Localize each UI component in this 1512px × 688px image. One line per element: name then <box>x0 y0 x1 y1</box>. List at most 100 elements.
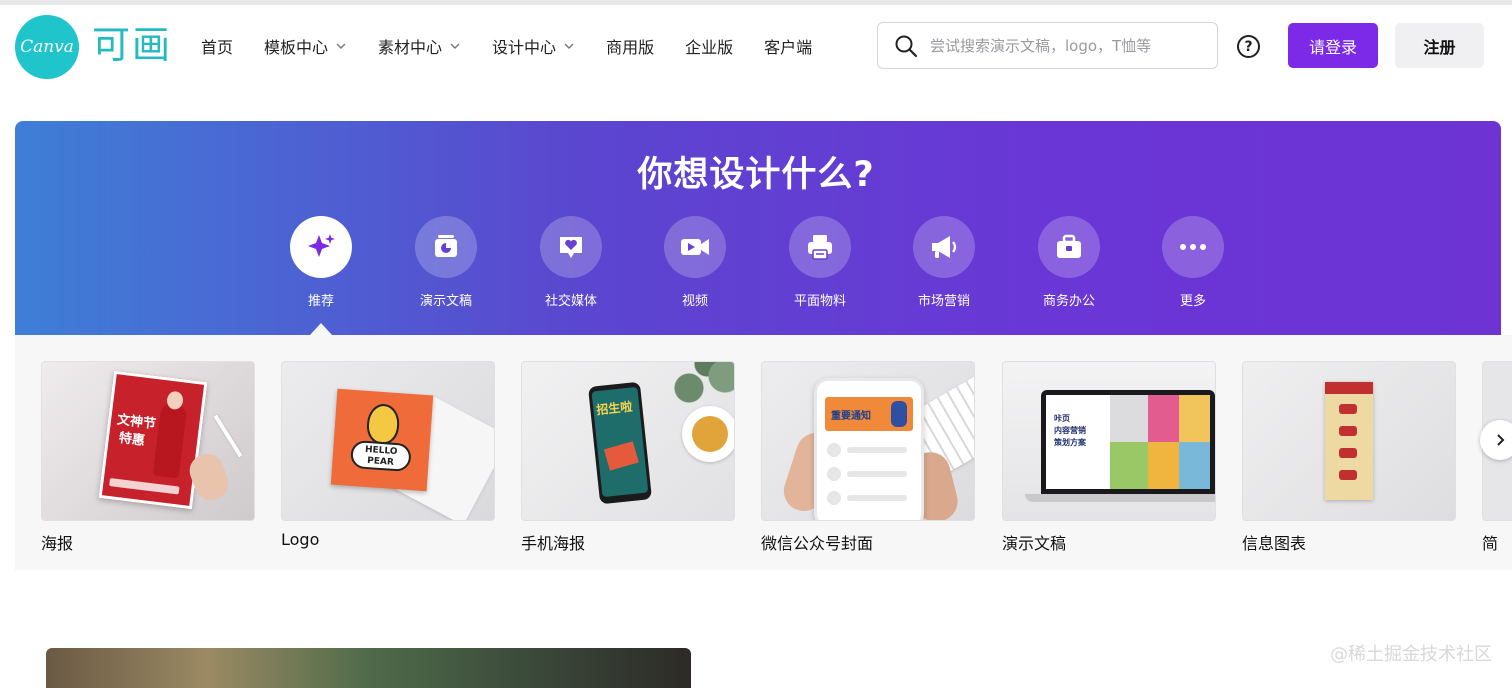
slide-title-line: 咔页 <box>1054 414 1070 423</box>
nav-client[interactable]: 客户端 <box>764 35 812 57</box>
nav-label: 客户端 <box>764 38 813 57</box>
template-card-wechat-cover[interactable]: 重要通知 微信公众号封面 <box>761 361 975 554</box>
category-presentation[interactable]: 演示文稿 <box>396 216 496 309</box>
slide-content: 咔页 内容营销 策划方案 <box>1046 395 1210 489</box>
phone-screen-text: 招生啦 <box>595 399 634 418</box>
category-video[interactable]: 视频 <box>645 216 745 309</box>
infographic-sheet <box>1325 382 1373 500</box>
site-header: Canva 可画 首页 模板中心 素材中心 设计中心 商用版 企业版 客户端 尝… <box>0 5 1512 87</box>
photo-tile <box>1110 395 1148 442</box>
carousel-next-button[interactable] <box>1480 420 1512 460</box>
megaphone-icon <box>932 236 957 258</box>
category-circle <box>913 216 975 278</box>
category-label: 更多 <box>1179 294 1206 309</box>
video-camera-icon <box>681 239 709 255</box>
active-category-pointer <box>310 323 332 335</box>
briefcase-icon <box>1057 234 1081 258</box>
nav-label: 模板中心 <box>264 38 329 57</box>
card-label: 简 <box>1482 534 1499 553</box>
canva-logo[interactable]: Canva <box>15 15 79 79</box>
nav-assets[interactable]: 素材中心 <box>378 35 461 57</box>
template-carousel: 文神节 特惠 海报 HELLO PEAR Logo 招生啦 手机海报 重要通知 … <box>15 335 1512 570</box>
login-button[interactable]: 请登录 <box>1288 23 1378 68</box>
register-button[interactable]: 注册 <box>1395 23 1484 68</box>
photo-tile <box>1148 442 1179 489</box>
card-thumbnail: 招生啦 <box>521 361 735 521</box>
list-line <box>827 443 841 457</box>
logo-chinese-wordmark[interactable]: 可画 <box>92 23 172 67</box>
more-dots-icon <box>1180 244 1206 250</box>
search-input[interactable] <box>930 36 1200 55</box>
nav-label: 首页 <box>201 38 234 57</box>
phone-screen-card <box>603 441 639 471</box>
category-circle <box>415 216 477 278</box>
poster-footer-bar <box>109 478 180 495</box>
template-card-logo[interactable]: HELLO PEAR Logo <box>281 361 495 549</box>
card-label: 信息图表 <box>1242 534 1307 553</box>
template-card-mobile-poster[interactable]: 招生啦 手机海报 <box>521 361 735 554</box>
card-label: 手机海报 <box>521 534 586 553</box>
category-circle <box>789 216 851 278</box>
plant-leaves <box>662 362 734 412</box>
category-marketing[interactable]: 市场营销 <box>894 216 994 309</box>
card-label: 微信公众号封面 <box>761 534 874 553</box>
chevron-down-icon <box>336 43 346 49</box>
search-icon <box>895 35 918 57</box>
search-box[interactable] <box>877 22 1218 69</box>
category-label: 平面物料 <box>793 294 846 309</box>
pear-mascot <box>365 402 401 446</box>
hero-title: 你想设计什么? <box>637 155 875 195</box>
photo-tile <box>1110 442 1148 489</box>
category-recommend[interactable]: 推荐 <box>271 216 371 309</box>
heart-chat-icon <box>560 237 582 258</box>
card-label: 海报 <box>41 534 74 553</box>
pen-shape <box>213 414 243 458</box>
help-icon[interactable]: ? <box>1237 35 1260 58</box>
logo-tile: HELLO PEAR <box>330 388 434 492</box>
infographic-item <box>1339 470 1357 480</box>
card-thumbnail <box>1242 361 1456 521</box>
poster-headline: 特惠 <box>118 430 146 449</box>
card-thumbnail: 重要通知 <box>761 361 975 521</box>
logo-badge: HELLO PEAR <box>349 439 412 473</box>
phone-mockup: 重要通知 <box>814 378 924 520</box>
category-business[interactable]: 商务办公 <box>1019 216 1119 309</box>
chevron-down-icon <box>450 43 460 49</box>
category-more[interactable]: 更多 <box>1143 216 1243 309</box>
nav-design[interactable]: 设计中心 <box>492 35 575 57</box>
category-social[interactable]: 社交媒体 <box>521 216 621 309</box>
template-card-infographic[interactable]: 信息图表 <box>1242 361 1456 554</box>
template-card-presentation[interactable]: 咔页 内容营销 策划方案 演示文稿 <box>1002 361 1216 554</box>
nav-label: 素材中心 <box>378 38 443 57</box>
banner-figure <box>891 401 907 427</box>
logo-text: Canva <box>20 37 74 57</box>
laptop-base <box>1025 494 1215 502</box>
nav-label: 商用版 <box>606 38 655 57</box>
category-row: 推荐 演示文稿 社交媒体 视频 平面物料 市场营销 商务办公 更多 <box>0 216 1512 316</box>
infographic-item <box>1339 404 1357 414</box>
poster-figure <box>152 401 188 479</box>
nav-home[interactable]: 首页 <box>201 35 233 57</box>
phone-screen: 招生啦 <box>591 386 649 498</box>
card-label: 演示文稿 <box>1002 534 1067 553</box>
list-line <box>847 447 907 453</box>
photo-tile <box>1148 395 1179 442</box>
category-label: 商务办公 <box>1042 294 1095 309</box>
help-symbol: ? <box>1244 38 1253 55</box>
nav-commercial[interactable]: 商用版 <box>606 35 654 57</box>
nav-templates[interactable]: 模板中心 <box>264 35 347 57</box>
coffee-cup <box>682 406 734 462</box>
list-line <box>827 491 841 505</box>
template-card-poster[interactable]: 文神节 特惠 海报 <box>41 361 255 554</box>
nav-enterprise[interactable]: 企业版 <box>685 35 733 57</box>
chevron-down-icon <box>564 43 574 49</box>
coffee-liquid <box>692 416 728 452</box>
nav-label: 设计中心 <box>492 38 557 57</box>
category-print[interactable]: 平面物料 <box>770 216 870 309</box>
infographic-item <box>1339 426 1357 436</box>
list-line <box>827 467 841 481</box>
photo-tile <box>1179 395 1210 442</box>
presentation-icon <box>435 235 457 257</box>
card-thumbnail: 文神节 特惠 <box>41 361 255 521</box>
infographic-item <box>1339 448 1357 458</box>
